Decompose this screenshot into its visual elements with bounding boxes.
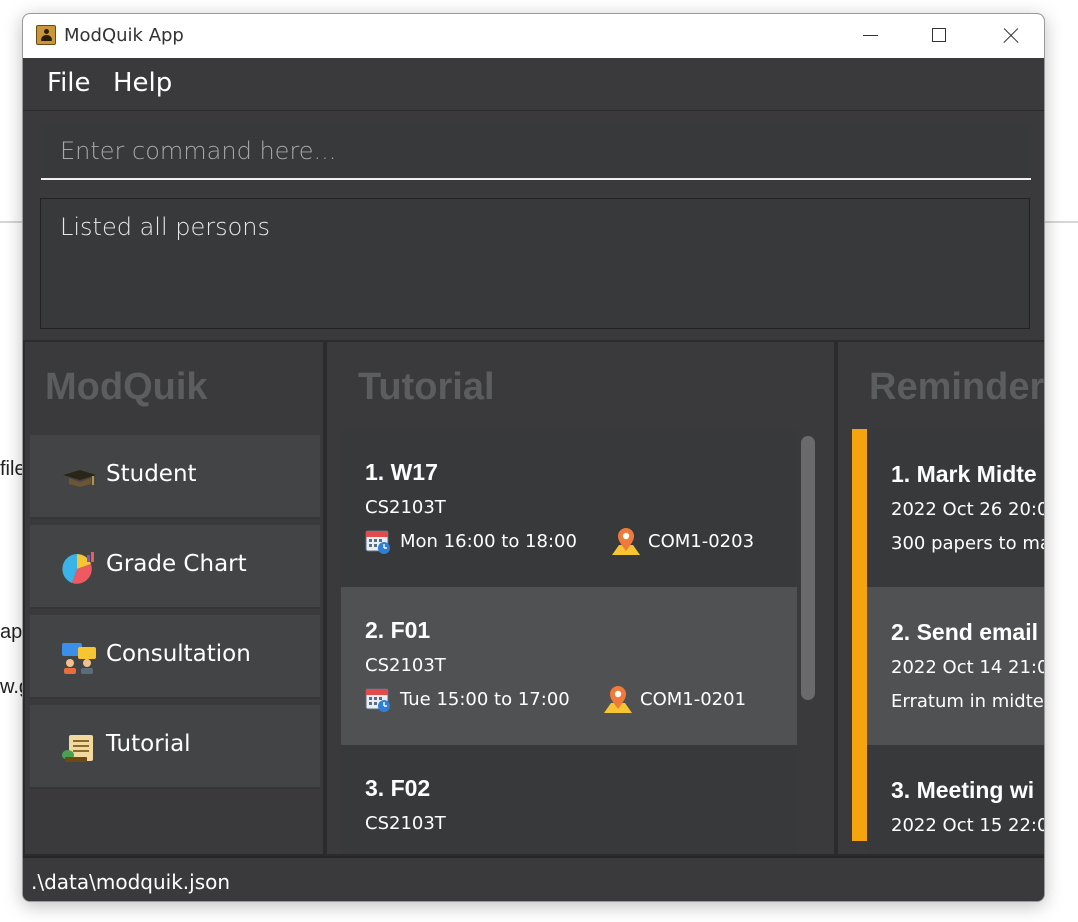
tutorial-time: Mon 16:00 to 18:00	[400, 531, 577, 552]
tutorial-heading: Tutorial	[358, 366, 495, 408]
tutorial-title: 3. F02	[365, 775, 431, 801]
tutorial-list[interactable]: 1. W17 CS2103T Mon 16:00 to 18:00 COM1-0…	[341, 429, 797, 854]
main-area: ModQuik Student Grade Chart Consultation…	[23, 340, 1044, 856]
tutorial-module: CS2103T	[365, 655, 446, 676]
sidebar-item-grade-chart[interactable]: Grade Chart	[30, 525, 320, 609]
consultation-icon	[62, 643, 96, 674]
reminder-date: 2022 Oct 26 20:00	[891, 499, 1045, 520]
sidebar-item-student[interactable]: Student	[30, 435, 320, 519]
tutorial-module: CS2103T	[365, 813, 446, 834]
minimize-button[interactable]	[835, 14, 905, 58]
menu-help[interactable]: Help	[113, 68, 172, 98]
status-bar: .\data\modquik.json	[23, 856, 1044, 901]
graduation-cap-icon	[63, 470, 96, 487]
tutorial-venue: COM1-0203	[648, 531, 755, 552]
background-divider	[0, 221, 22, 223]
list-item[interactable]: 2. F01 CS2103T Tue 15:00 to 17:00 COM1-0…	[341, 587, 797, 745]
location-pin-icon	[612, 528, 640, 555]
sidebar-item-consultation[interactable]: Consultation	[30, 615, 320, 699]
sidebar-item-label: Consultation	[106, 641, 251, 667]
close-button[interactable]	[975, 14, 1044, 58]
list-item[interactable]: 1. W17 CS2103T Mon 16:00 to 18:00 COM1-0…	[341, 429, 797, 587]
tutorial-title: 1. W17	[365, 459, 438, 485]
menu-bar: File Help	[23, 58, 1044, 111]
tutorial-scrollbar[interactable]	[801, 436, 815, 700]
sidebar-item-label: Tutorial	[106, 731, 191, 757]
tutorial-title: 2. F01	[365, 617, 431, 643]
list-item[interactable]: 3. F02 CS2103T	[341, 745, 797, 854]
command-input[interactable]	[41, 124, 1031, 178]
tutorial-time: Tue 15:00 to 17:00	[400, 689, 570, 710]
reminder-heading: Reminder	[869, 366, 1045, 408]
app-window: ModQuik App File Help Listed all persons…	[22, 13, 1045, 902]
reminder-description: 300 papers to mar	[891, 533, 1045, 554]
reminder-date: 2022 Oct 14 21:00	[891, 657, 1045, 678]
pie-chart-icon	[62, 552, 94, 584]
calendar-icon	[365, 688, 390, 712]
result-display: Listed all persons	[40, 198, 1030, 329]
title-bar: ModQuik App	[23, 14, 1044, 58]
reminder-accent-bar	[852, 429, 867, 841]
sidebar-panel: ModQuik Student Grade Chart Consultation…	[23, 340, 325, 856]
list-item[interactable]: 1. Mark Midte 2022 Oct 26 20:00 300 pape…	[867, 429, 1045, 587]
reminder-title: 2. Send email	[891, 619, 1039, 645]
reminder-date: 2022 Oct 15 22:00	[891, 815, 1045, 836]
tutorial-module: CS2103T	[365, 497, 446, 518]
reminder-description: Erratum in midtern	[891, 691, 1044, 712]
sidebar-item-label: Student	[106, 461, 197, 487]
tutorial-icon	[62, 735, 93, 762]
data-file-path: .\data\modquik.json	[31, 870, 231, 894]
sidebar-heading: ModQuik	[45, 366, 208, 408]
window-title: ModQuik App	[64, 25, 184, 46]
reminder-title: 3. Meeting wi	[891, 777, 1035, 803]
background-divider	[1045, 221, 1078, 223]
app-contact-icon	[36, 25, 56, 45]
calendar-icon	[365, 530, 390, 554]
reminder-panel: Reminder 1. Mark Midte 2022 Oct 26 20:00…	[836, 340, 1045, 856]
tutorial-panel: Tutorial 1. W17 CS2103T Mon 16:00 to 18:…	[325, 340, 836, 856]
result-message: Listed all persons	[60, 213, 271, 241]
background-text: ap	[0, 621, 23, 643]
command-box	[41, 124, 1031, 180]
tutorial-venue: COM1-0201	[640, 689, 747, 710]
reminder-title: 1. Mark Midte	[891, 461, 1037, 487]
list-item[interactable]: 2. Send email 2022 Oct 14 21:00 Erratum …	[867, 587, 1045, 745]
sidebar-item-tutorial[interactable]: Tutorial	[30, 705, 320, 789]
location-pin-icon	[604, 686, 632, 713]
sidebar-item-label: Grade Chart	[106, 551, 247, 577]
menu-file[interactable]: File	[47, 68, 91, 98]
list-item[interactable]: 3. Meeting wi 2022 Oct 15 22:00	[867, 745, 1045, 854]
maximize-button[interactable]	[905, 14, 975, 58]
